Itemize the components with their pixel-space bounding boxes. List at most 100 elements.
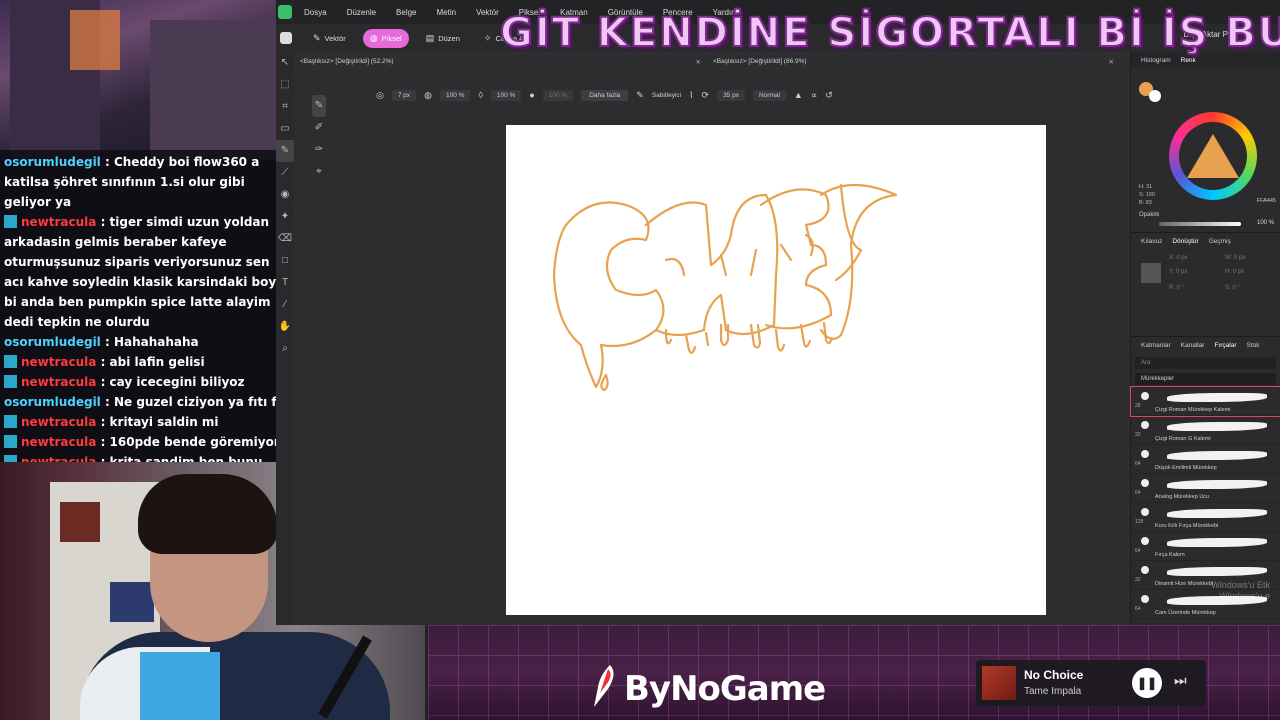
tab-kanallar[interactable]: Kanallar <box>1181 342 1205 349</box>
shape-tool-icon[interactable]: □ <box>276 250 294 272</box>
rotation-field[interactable]: R: 0 ° <box>1169 285 1184 291</box>
tab-histogram[interactable]: Histogram <box>1141 57 1171 64</box>
x-field[interactable]: X: 0 px <box>1169 255 1188 261</box>
tab-donustur[interactable]: Dönüştür <box>1172 238 1198 245</box>
chat-message: newtracula : cay icecegini biliyoz <box>4 372 292 392</box>
menu-duzenle[interactable]: Düzenle <box>347 8 376 17</box>
opacity-value[interactable]: 100 % <box>1257 220 1274 226</box>
brush-category-select[interactable]: Mürekkepler <box>1135 373 1276 385</box>
persona-duzen-button[interactable]: ▤ Düzen <box>419 29 467 48</box>
brush-search-input[interactable]: Ara <box>1135 357 1276 369</box>
eyedropper-tool-icon[interactable]: ⁄ <box>276 294 294 316</box>
doc-tab-label: <Başlıksız> [Değiştirildi] (86.9%) <box>713 58 807 65</box>
brush-item[interactable]: 64 Fırça Kalem <box>1131 532 1280 561</box>
drawing-canvas[interactable] <box>506 125 1046 615</box>
height-field[interactable]: H: 0 px <box>1225 269 1244 275</box>
tab-stok[interactable]: Stok <box>1247 342 1260 349</box>
next-track-icon[interactable]: ⏭ <box>1174 672 1187 689</box>
brush-subtools: ✎ ✐ ✑ ⌖ <box>312 95 326 183</box>
brush-size-icon: ◎ <box>376 89 384 100</box>
tab-renk[interactable]: Renk <box>1181 57 1196 64</box>
more-button[interactable]: Daha fazla <box>581 89 629 101</box>
menu-dosya[interactable]: Dosya <box>304 8 327 17</box>
window-mode-icon[interactable]: ⟳ <box>702 90 710 101</box>
brush-item[interactable]: 28 Çizgi Roman Mürekkep Kalemi <box>1130 386 1280 417</box>
menu-vektor[interactable]: Vektör <box>476 8 499 17</box>
chat-username: osorumludegil <box>4 155 101 169</box>
persona-vektor-button[interactable]: ✎ Vektör <box>306 29 353 48</box>
brush-item[interactable]: 64 Düşük Emilimli Mürekkep <box>1131 445 1280 474</box>
brush-item[interactable]: 64 Analog Mürekkep Ucu <box>1131 474 1280 503</box>
chat-overlay: osorumludegil : Cheddy boi flow360 a kat… <box>0 150 296 469</box>
anchor-selector[interactable] <box>1141 263 1161 283</box>
shear-field[interactable]: S: 0 ° <box>1225 285 1240 291</box>
crop-tool-icon[interactable]: ⌗ <box>276 96 294 118</box>
brush-size-field[interactable]: 7 px <box>391 89 417 101</box>
doc-tab-1[interactable]: <Başlıksız> [Değiştirildi] (52.2%) ✕ <box>294 56 707 70</box>
chat-badge-icon <box>4 355 17 368</box>
menu-belge[interactable]: Belge <box>396 8 416 17</box>
chat-text: Ne guzel ciziyon ya fıtı fıtı <box>113 395 291 409</box>
pause-icon[interactable]: ❚❚ <box>1132 668 1162 698</box>
selection-tool-icon[interactable]: ⬚ <box>276 74 294 96</box>
y-field[interactable]: Y: 0 px <box>1169 269 1187 275</box>
wet-edges-icon[interactable]: ∝ <box>811 90 817 101</box>
protect-alpha-icon[interactable]: ▲ <box>794 90 803 100</box>
close-icon[interactable]: ✕ <box>696 58 701 68</box>
brush-size: 64 <box>1135 490 1141 496</box>
hex-value[interactable]: FFA445 <box>1257 198 1276 204</box>
opacity-field[interactable]: 100 % <box>440 89 471 101</box>
tab-gecmis[interactable]: Geçmiş <box>1209 238 1231 245</box>
stabilizer-distance-field[interactable]: 35 px <box>717 89 745 101</box>
chat-badge-icon <box>4 415 17 428</box>
close-icon[interactable]: ✕ <box>1109 58 1114 68</box>
persona-piksel-button[interactable]: ◍ Piksel <box>362 28 409 48</box>
app-home-icon[interactable] <box>280 32 292 44</box>
paint-brush-icon[interactable]: ✎ <box>312 95 326 117</box>
erase-tool-icon[interactable]: ⌫ <box>276 228 294 250</box>
blend-mode-select[interactable]: Normal <box>752 89 786 101</box>
streamer-hair <box>138 474 278 554</box>
chat-username: newtracula <box>21 355 97 369</box>
rope-mode-icon[interactable]: ⌇ <box>689 90 693 101</box>
brush-item[interactable]: 128 Kuru Kıllı Fırça Mürekkebi <box>1131 503 1280 532</box>
color-triangle[interactable] <box>1187 134 1239 178</box>
chat-separator: : <box>96 375 110 389</box>
hardness-field[interactable]: 100 % <box>542 89 574 101</box>
brush-stroke-preview <box>1167 567 1267 576</box>
mixer-brush-icon[interactable]: ⌖ <box>312 161 326 183</box>
music-player: No Choice Tame Impala ❚❚ ⏭ <box>976 660 1206 706</box>
chat-message: osorumludegil : Cheddy boi flow360 a kat… <box>4 152 292 212</box>
width-field[interactable]: W: 0 px <box>1225 255 1245 261</box>
flow-field[interactable]: 100 % <box>490 89 522 101</box>
pencil-icon[interactable]: ✐ <box>312 117 326 139</box>
tab-katmanlar[interactable]: Katmanlar <box>1141 342 1171 349</box>
tab-fircalar[interactable]: Fırçalar <box>1214 342 1236 349</box>
secondary-color-swatch[interactable] <box>1149 90 1161 102</box>
stabilizer-checkbox[interactable]: Sabitleyici <box>652 92 681 99</box>
marquee-tool-icon[interactable]: ▭ <box>276 118 294 140</box>
chat-message: newtracula : kritayi saldin mi <box>4 412 292 432</box>
menu-metin[interactable]: Metin <box>437 8 457 17</box>
fill-tool-icon[interactable]: ◉ <box>276 184 294 206</box>
canvas-area[interactable]: ✎ ✐ ✑ ⌖ <box>294 70 1120 692</box>
chat-separator: : <box>96 215 110 229</box>
color-replace-icon[interactable]: ✑ <box>312 139 326 161</box>
brush-item[interactable]: 32 Çizgi Roman G Kalemi <box>1131 416 1280 445</box>
doc-tab-2[interactable]: <Başlıksız> [Değiştirildi] (86.9%) ✕ <box>707 56 1120 70</box>
paint-brush-tool-icon[interactable]: ✎ <box>276 140 294 162</box>
pen-pressure-icon[interactable]: ✎ <box>636 90 644 101</box>
sparkle-icon: ✧ <box>483 32 492 43</box>
opacity-slider[interactable] <box>1159 222 1241 226</box>
hand-tool-icon[interactable]: ✋ <box>276 316 294 338</box>
reset-icon[interactable]: ↺ <box>825 90 833 101</box>
brush-tip-icon <box>1141 595 1149 603</box>
smudge-tool-icon[interactable]: ⟋ <box>276 162 294 184</box>
tab-kilavuz[interactable]: Kılavuz <box>1141 238 1162 245</box>
brush-size: 64 <box>1135 461 1141 467</box>
zoom-tool-icon[interactable]: ⌕ <box>276 338 294 360</box>
clone-tool-icon[interactable]: ✦ <box>276 206 294 228</box>
chat-username: newtracula <box>21 215 97 229</box>
move-tool-icon[interactable]: ↖ <box>276 52 294 74</box>
text-tool-icon[interactable]: T <box>276 272 294 294</box>
